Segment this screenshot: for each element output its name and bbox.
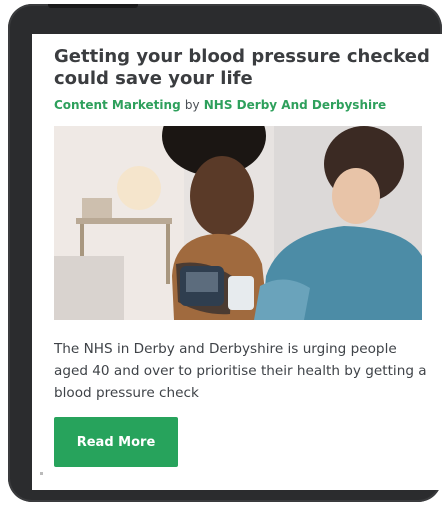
tablet-frame: Getting your blood pressure checked coul… bbox=[8, 4, 442, 502]
byline-by: by bbox=[184, 98, 200, 112]
author-link[interactable]: NHS Derby And Derbyshire bbox=[204, 98, 386, 112]
screen-mark bbox=[40, 472, 43, 475]
category-link[interactable]: Content Marketing bbox=[54, 98, 181, 112]
article-title[interactable]: Getting your blood pressure checked coul… bbox=[54, 46, 434, 90]
article-image[interactable] bbox=[54, 126, 422, 320]
article-description: The NHS in Derby and Derbyshire is urgin… bbox=[54, 341, 427, 401]
blood-pressure-photo bbox=[54, 126, 422, 320]
device-top-edge bbox=[48, 4, 138, 8]
article-card: Getting your blood pressure checked coul… bbox=[32, 34, 442, 490]
article-byline: Content Marketing by NHS Derby And Derby… bbox=[54, 98, 386, 112]
read-more-button[interactable]: Read More bbox=[54, 417, 178, 467]
